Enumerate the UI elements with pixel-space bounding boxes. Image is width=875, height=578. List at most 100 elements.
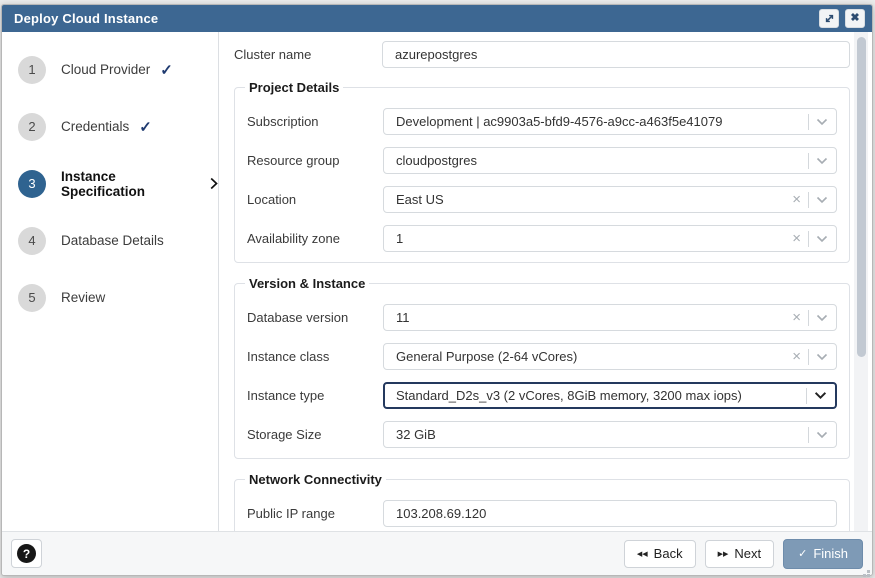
cluster-name-value: azurepostgres <box>395 47 477 62</box>
instance-specification-form: Cluster name azurepostgres Project Detai… <box>219 32 872 531</box>
cluster-name-label: Cluster name <box>234 47 382 62</box>
public-ip-range-input[interactable]: 103.208.69.120 <box>383 500 837 527</box>
location-row: Location East US × <box>247 186 837 213</box>
maximize-icon <box>824 13 835 24</box>
instance-type-select[interactable]: Standard_D2s_v3 (2 vCores, 8GiB memory, … <box>383 382 837 409</box>
project-details-heading: Project Details <box>245 80 343 95</box>
help-icon: ? <box>17 544 36 563</box>
availability-zone-select[interactable]: 1 × <box>383 225 837 252</box>
network-connectivity-section: Network Connectivity Public IP range 103… <box>234 472 850 531</box>
step-cloud-provider[interactable]: 1 Cloud Provider ✓ <box>2 41 218 98</box>
resource-group-row: Resource group cloudpostgres <box>247 147 837 174</box>
step-number-badge: 1 <box>18 56 46 84</box>
subscription-row: Subscription Development | ac9903a5-bfd9… <box>247 108 837 135</box>
form-scrollbar-thumb[interactable] <box>857 37 866 357</box>
dialog-content: 1 Cloud Provider ✓ 2 Credentials ✓ 3 Ins… <box>2 32 872 531</box>
instance-type-row: Instance type Standard_D2s_v3 (2 vCores,… <box>247 382 837 409</box>
finish-button-label: Finish <box>813 546 848 561</box>
back-icon: ◀◀ <box>637 550 648 558</box>
database-version-row: Database version 11 × <box>247 304 837 331</box>
storage-size-value: 32 GiB <box>396 427 808 442</box>
clear-icon[interactable]: × <box>792 231 801 246</box>
location-value: East US <box>396 192 792 207</box>
storage-size-select[interactable]: 32 GiB <box>383 421 837 448</box>
form-scrollbar[interactable] <box>854 32 868 531</box>
chevron-down-icon[interactable] <box>816 118 828 126</box>
resource-group-select[interactable]: cloudpostgres <box>383 147 837 174</box>
location-select[interactable]: East US × <box>383 186 837 213</box>
step-instance-specification[interactable]: 3 Instance Specification <box>2 155 218 212</box>
network-connectivity-heading: Network Connectivity <box>245 472 386 487</box>
instance-class-label: Instance class <box>247 349 383 364</box>
dialog-titlebar: Deploy Cloud Instance ✖ <box>2 5 872 32</box>
clear-icon[interactable]: × <box>792 349 801 364</box>
public-ip-range-value: 103.208.69.120 <box>396 506 486 521</box>
location-label: Location <box>247 192 383 207</box>
clear-icon[interactable]: × <box>792 192 801 207</box>
step-number-badge: 5 <box>18 284 46 312</box>
select-separator <box>808 349 809 365</box>
deploy-cloud-instance-dialog: Deploy Cloud Instance ✖ 1 Cloud <box>1 4 873 576</box>
chevron-down-icon[interactable] <box>816 353 828 361</box>
next-icon: ▶▶ <box>718 550 729 558</box>
chevron-down-icon[interactable] <box>816 431 828 439</box>
storage-size-label: Storage Size <box>247 427 383 442</box>
subscription-value: Development | ac9903a5-bfd9-4576-a9cc-a4… <box>396 114 808 129</box>
back-button-label: Back <box>654 546 683 561</box>
step-review[interactable]: 5 Review <box>2 269 218 326</box>
step-label: Database Details <box>61 233 164 248</box>
step-label: Credentials <box>61 119 129 134</box>
select-separator <box>808 427 809 443</box>
clear-icon[interactable]: × <box>792 310 801 325</box>
select-separator <box>808 153 809 169</box>
step-database-details[interactable]: 4 Database Details <box>2 212 218 269</box>
select-separator <box>808 192 809 208</box>
availability-zone-row: Availability zone 1 × <box>247 225 837 252</box>
chevron-down-icon[interactable] <box>816 157 828 165</box>
subscription-label: Subscription <box>247 114 383 129</box>
chevron-down-icon[interactable] <box>814 391 827 400</box>
next-button[interactable]: ▶▶ Next <box>705 540 775 568</box>
next-button-label: Next <box>734 546 761 561</box>
version-instance-heading: Version & Instance <box>245 276 369 291</box>
availability-zone-label: Availability zone <box>247 231 383 246</box>
project-details-section: Project Details Subscription Development… <box>234 80 850 263</box>
step-number-badge: 4 <box>18 227 46 255</box>
cluster-name-input[interactable]: azurepostgres <box>382 41 850 68</box>
instance-class-row: Instance class General Purpose (2-64 vCo… <box>247 343 837 370</box>
help-button[interactable]: ? <box>11 539 42 568</box>
wizard-sidebar: 1 Cloud Provider ✓ 2 Credentials ✓ 3 Ins… <box>2 32 219 531</box>
instance-class-select[interactable]: General Purpose (2-64 vCores) × <box>383 343 837 370</box>
select-separator <box>806 388 807 404</box>
maximize-button[interactable] <box>819 9 839 28</box>
close-button[interactable]: ✖ <box>845 9 865 28</box>
step-label: Cloud Provider <box>61 62 150 77</box>
finish-button[interactable]: ✓ Finish <box>783 539 863 569</box>
chevron-down-icon[interactable] <box>816 314 828 322</box>
step-label: Review <box>61 290 105 305</box>
step-number-badge: 2 <box>18 113 46 141</box>
database-version-select[interactable]: 11 × <box>383 304 837 331</box>
select-separator <box>808 114 809 130</box>
instance-type-value: Standard_D2s_v3 (2 vCores, 8GiB memory, … <box>396 388 806 403</box>
database-version-value: 11 <box>396 310 792 325</box>
subscription-select[interactable]: Development | ac9903a5-bfd9-4576-a9cc-a4… <box>383 108 837 135</box>
public-ip-range-row: Public IP range 103.208.69.120 <box>247 500 837 527</box>
step-active-chevron-right-icon <box>210 177 218 190</box>
chevron-down-icon[interactable] <box>816 235 828 243</box>
version-instance-section: Version & Instance Database version 11 ×… <box>234 276 850 459</box>
step-credentials[interactable]: 2 Credentials ✓ <box>2 98 218 155</box>
back-button[interactable]: ◀◀ Back <box>624 540 696 568</box>
cluster-name-row: Cluster name azurepostgres <box>234 41 850 68</box>
select-separator <box>808 310 809 326</box>
step-done-check-icon: ✓ <box>139 118 152 136</box>
resize-grip[interactable] <box>867 570 870 573</box>
close-icon: ✖ <box>850 13 859 24</box>
availability-zone-value: 1 <box>396 231 792 246</box>
chevron-down-icon[interactable] <box>816 196 828 204</box>
step-number-badge: 3 <box>18 170 46 198</box>
public-ip-range-label: Public IP range <box>247 506 383 521</box>
instance-type-label: Instance type <box>247 388 383 403</box>
instance-class-value: General Purpose (2-64 vCores) <box>396 349 792 364</box>
select-separator <box>808 231 809 247</box>
